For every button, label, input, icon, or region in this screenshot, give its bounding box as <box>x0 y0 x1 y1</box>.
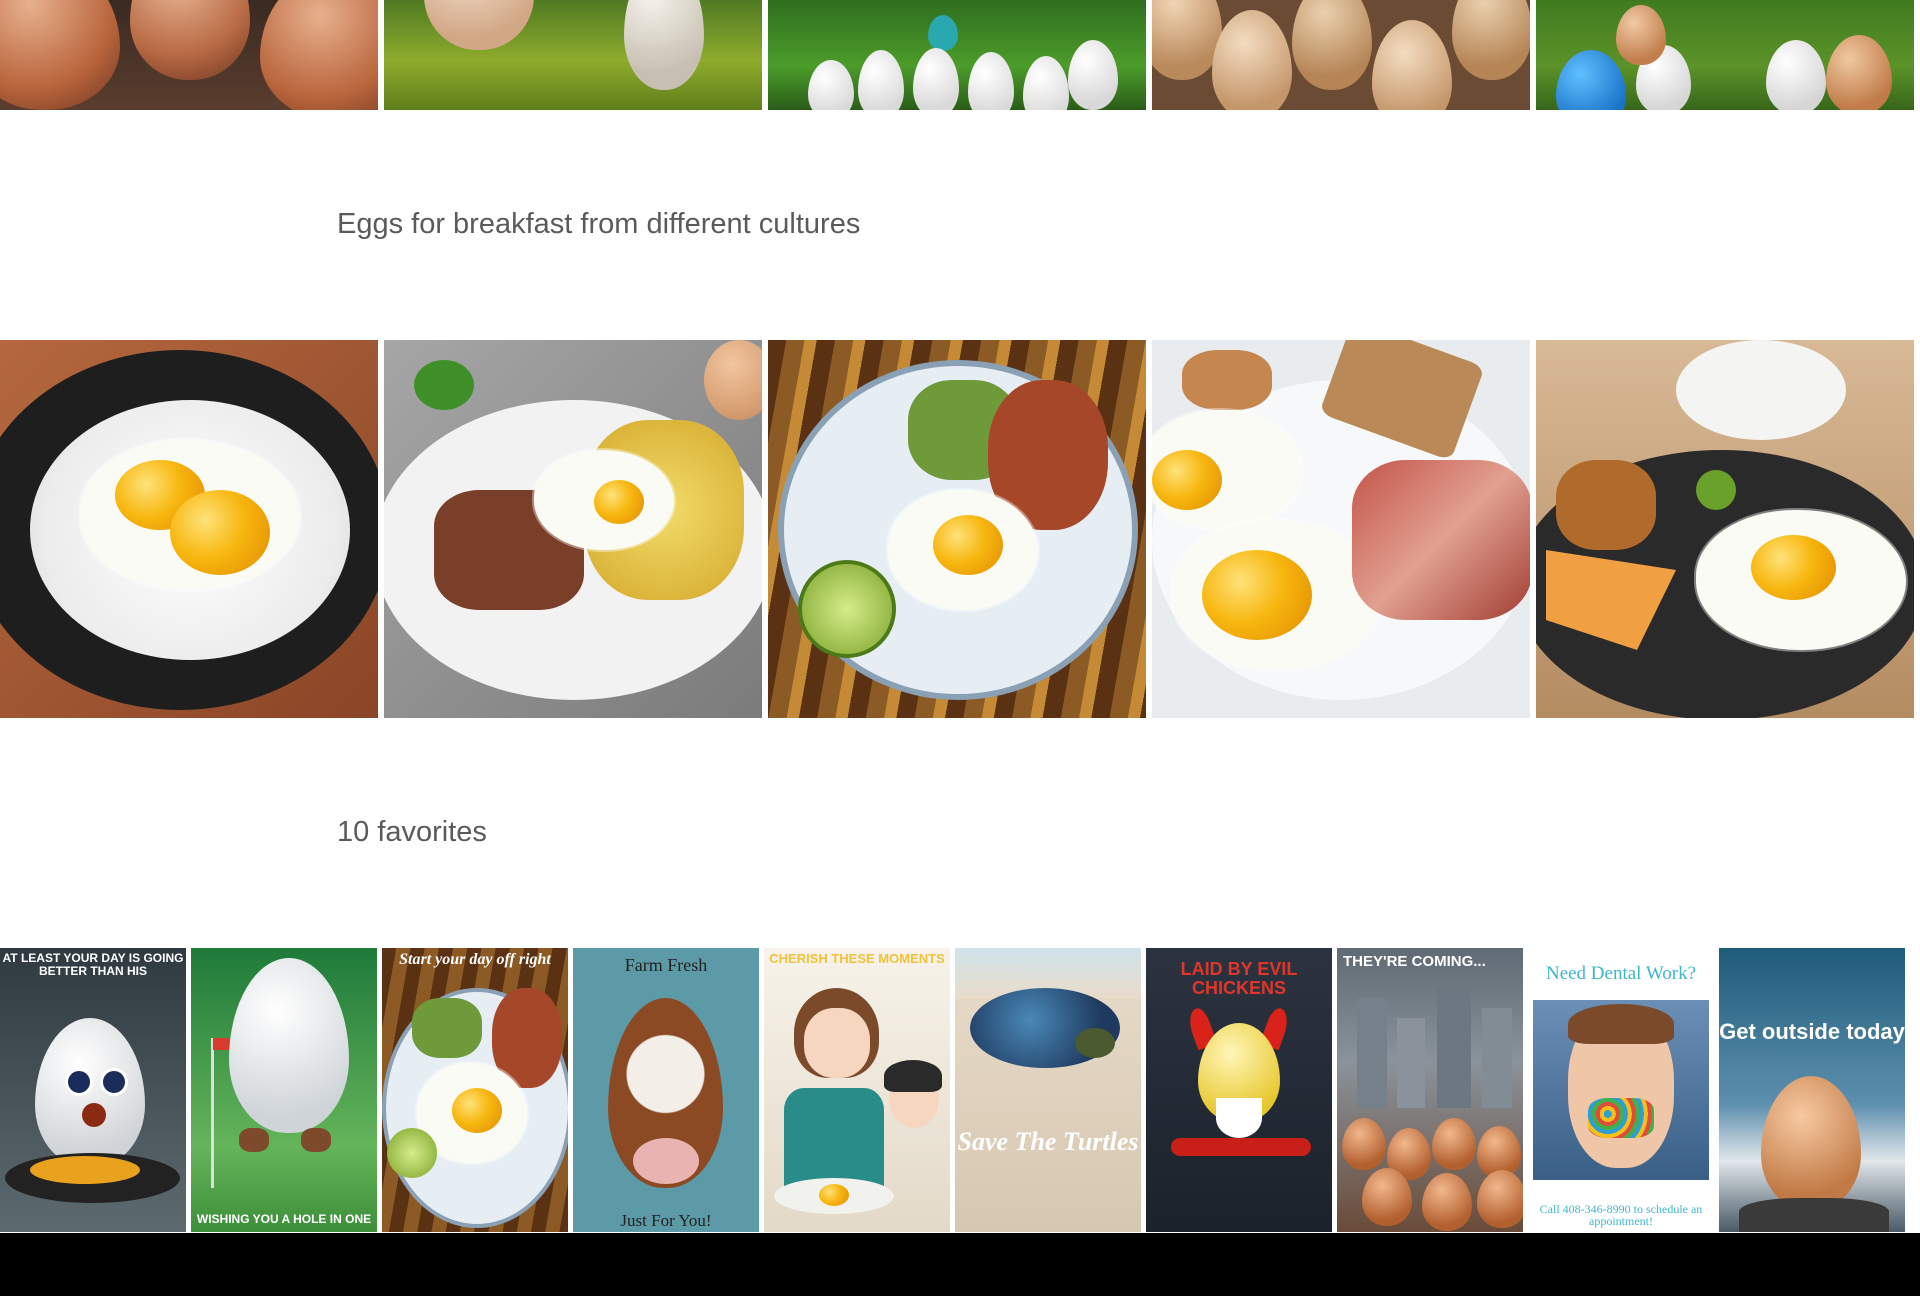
breakfast-image-tile[interactable] <box>768 340 1146 718</box>
poster-caption: Start your day off right <box>399 951 551 968</box>
egg-image-tile[interactable] <box>384 0 762 110</box>
poster-caption: Just For You! <box>620 1211 712 1231</box>
poster-caption: Call 408-346-8990 to schedule an appoint… <box>1539 1201 1703 1229</box>
poster-caption: Wishing you a hole in one <box>196 1212 372 1227</box>
egg-image-row <box>0 0 1914 110</box>
poster-tile[interactable]: CHERISH THESE MOMENTS <box>764 948 950 1232</box>
poster-caption: CHERISH THESE MOMENTS <box>769 951 945 966</box>
poster-caption: THEY'RE COMING... <box>1343 953 1486 970</box>
poster-caption: Farm Fresh <box>624 955 708 975</box>
poster-caption: At least your day is going better than h… <box>2 951 184 978</box>
poster-caption: Get outside today <box>1719 1019 1905 1044</box>
poster-caption: Save The Turtles <box>957 1127 1139 1156</box>
poster-tile[interactable]: LAID BY EVIL CHICKENS <box>1146 948 1332 1232</box>
poster-tile[interactable]: Farm Fresh Just For You! <box>573 948 759 1232</box>
section-title-breakfast: Eggs for breakfast from different cultur… <box>337 208 861 240</box>
poster-tile[interactable]: THEY'RE COMING... <box>1337 948 1523 1232</box>
poster-tile[interactable]: Start your day off right <box>382 948 568 1232</box>
egg-image-tile[interactable] <box>0 0 378 110</box>
poster-tile[interactable]: Need Dental Work? Call 408-346-8990 to s… <box>1528 948 1714 1232</box>
breakfast-image-tile[interactable] <box>1152 340 1530 718</box>
poster-caption: Need Dental Work? <box>1545 963 1697 984</box>
poster-tile[interactable]: Save The Turtles <box>955 948 1141 1232</box>
poster-caption: LAID BY EVIL CHICKENS <box>1180 959 1298 998</box>
egg-image-tile[interactable] <box>1536 0 1914 110</box>
favorites-poster-row: At least your day is going better than h… <box>0 948 1905 1232</box>
poster-tile[interactable]: Wishing you a hole in one <box>191 948 377 1232</box>
bottom-bar <box>0 1233 1920 1296</box>
breakfast-image-row <box>0 340 1914 718</box>
poster-tile[interactable]: Get outside today <box>1719 948 1905 1232</box>
poster-tile[interactable]: At least your day is going better than h… <box>0 948 186 1232</box>
egg-image-tile[interactable] <box>1152 0 1530 110</box>
breakfast-image-tile[interactable] <box>384 340 762 718</box>
breakfast-image-tile[interactable] <box>0 340 378 718</box>
egg-image-tile[interactable] <box>768 0 1146 110</box>
section-title-favorites: 10 favorites <box>337 816 487 848</box>
breakfast-image-tile[interactable] <box>1536 340 1914 718</box>
